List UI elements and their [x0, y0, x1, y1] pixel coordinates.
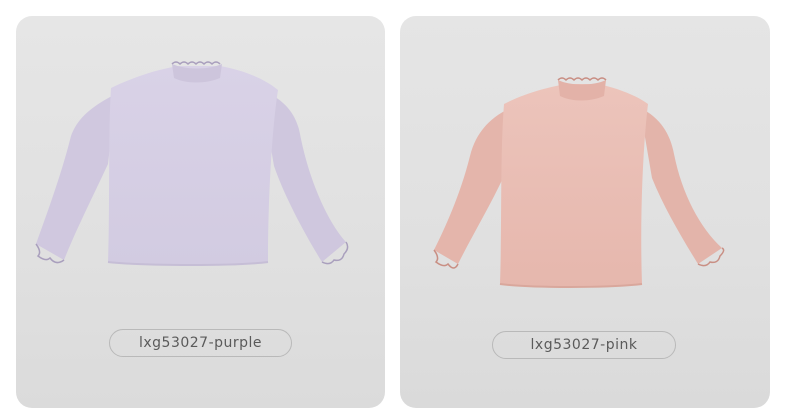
product-label-pill[interactable]: lxg53027-purple	[109, 329, 292, 357]
product-label-pill[interactable]: lxg53027-pink	[492, 331, 676, 359]
product-card-purple[interactable]: lxg53027-purple	[16, 16, 385, 408]
product-card-pink[interactable]: lxg53027-pink	[400, 16, 770, 408]
